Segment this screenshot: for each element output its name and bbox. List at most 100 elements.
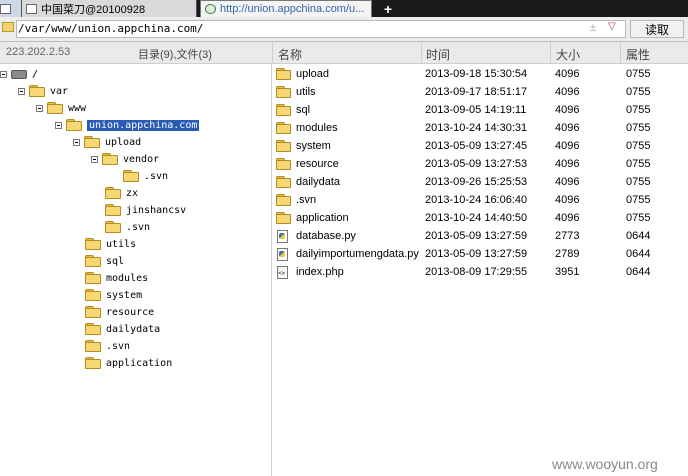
file-name: sql — [296, 104, 311, 116]
folder-icon — [276, 176, 291, 188]
file-size: 2773 — [555, 230, 580, 242]
file-row[interactable]: dailyimportumengdata.py 2013-05-09 13:27:… — [273, 246, 688, 264]
tree-item[interactable]: vendor — [91, 151, 159, 167]
file-row[interactable]: dailydata 2013-09-26 15:25:53 4096 0755 — [273, 174, 688, 192]
file-row[interactable]: application 2013-10-24 14:40:50 4096 0755 — [273, 210, 688, 228]
tree-item[interactable]: utils — [74, 236, 136, 252]
drive-icon — [11, 69, 27, 79]
tree-item[interactable]: .svn — [112, 168, 168, 184]
folder-icon — [85, 323, 101, 335]
column-divider — [421, 42, 422, 63]
folder-icon — [276, 158, 291, 170]
tree-item[interactable]: modules — [74, 270, 148, 286]
collapse-toggle-icon[interactable] — [55, 121, 62, 129]
file-attr: 0755 — [626, 158, 651, 170]
tree-item[interactable]: / — [0, 66, 38, 82]
file-attr: 0755 — [626, 104, 651, 116]
file-row[interactable]: resource 2013-05-09 13:27:53 4096 0755 — [273, 156, 688, 174]
file-size: 4096 — [555, 104, 580, 116]
tree-item-label: resource — [106, 306, 155, 318]
column-divider — [272, 42, 273, 63]
file-size: 4096 — [555, 158, 580, 170]
folder-icon — [85, 272, 101, 284]
tree-item[interactable]: .svn — [94, 219, 150, 235]
column-header-attr[interactable]: 属性 — [626, 46, 650, 63]
tree-item[interactable]: union.appchina.com — [55, 117, 200, 133]
tree-item[interactable]: system — [74, 287, 142, 303]
file-attr: 0755 — [626, 122, 651, 134]
chevron-down-icon[interactable]: ▽ — [608, 21, 616, 32]
collapse-toggle-icon[interactable] — [0, 70, 7, 78]
tab-stub[interactable] — [0, 0, 22, 17]
file-size: 4096 — [555, 122, 580, 134]
column-header-time[interactable]: 时间 — [426, 46, 450, 63]
file-row[interactable]: index.php 2013-08-09 17:29:55 3951 0644 — [273, 264, 688, 282]
read-button[interactable]: 读取 — [630, 20, 684, 38]
tree-item-label: .svn — [126, 221, 151, 233]
file-time: 2013-10-24 16:06:40 — [425, 194, 528, 206]
file-name: .svn — [296, 194, 317, 206]
tree-item-label: .svn — [106, 340, 131, 352]
file-size: 2789 — [555, 248, 580, 260]
folder-icon — [276, 104, 291, 116]
folder-icon — [102, 153, 118, 165]
address-bar: /var/www/union.appchina.com/ ± ▽ 读取 — [0, 17, 688, 42]
tab-shell-url[interactable]: http://union.appchina.com/u... — [200, 0, 372, 17]
tree-item[interactable]: zx — [94, 185, 138, 201]
folder-icon — [29, 85, 45, 97]
path-input[interactable]: /var/www/union.appchina.com/ — [16, 20, 626, 38]
file-attr: 0755 — [626, 68, 651, 80]
file-time: 2013-05-09 13:27:45 — [425, 140, 528, 152]
updown-icon[interactable]: ± — [590, 22, 596, 34]
folder-icon — [85, 357, 101, 369]
collapse-toggle-icon[interactable] — [91, 155, 98, 163]
file-size: 4096 — [555, 176, 580, 188]
folder-icon — [47, 102, 63, 114]
file-row[interactable]: upload 2013-09-18 15:30:54 4096 0755 — [273, 66, 688, 84]
list-header: 223.202.2.53 目录(9),文件(3) 名称 时间 大小 属性 — [0, 42, 688, 64]
tree-item[interactable]: dailydata — [74, 321, 160, 337]
file-attr: 0644 — [626, 266, 651, 278]
file-row[interactable]: utils 2013-09-17 18:51:17 4096 0755 — [273, 84, 688, 102]
file-time: 2013-05-09 13:27:59 — [425, 230, 528, 242]
collapse-toggle-icon[interactable] — [18, 87, 25, 95]
tree-item[interactable]: www — [36, 100, 86, 116]
folder-icon — [276, 194, 291, 206]
file-attr: 0755 — [626, 140, 651, 152]
collapse-toggle-icon[interactable] — [73, 138, 80, 146]
new-tab-button[interactable]: + — [378, 0, 398, 17]
file-size: 4096 — [555, 194, 580, 206]
tab-label: 中国菜刀@20100928 — [41, 3, 146, 16]
column-divider — [620, 42, 621, 63]
file-row[interactable]: sql 2013-09-05 14:19:11 4096 0755 — [273, 102, 688, 120]
collapse-toggle-icon[interactable] — [36, 104, 43, 112]
file-row[interactable]: .svn 2013-10-24 16:06:40 4096 0755 — [273, 192, 688, 210]
file-row[interactable]: system 2013-05-09 13:27:45 4096 0755 — [273, 138, 688, 156]
tab-bar: 中国菜刀@20100928 http://union.appchina.com/… — [0, 0, 688, 17]
tree-item[interactable]: resource — [74, 304, 154, 320]
item-count: 目录(9),文件(3) — [138, 49, 212, 61]
folder-icon — [84, 136, 100, 148]
folder-icon — [105, 187, 121, 199]
file-row[interactable]: database.py 2013-05-09 13:27:59 2773 0644 — [273, 228, 688, 246]
file-size: 4096 — [555, 68, 580, 80]
tree-item[interactable]: application — [74, 355, 172, 371]
file-name: database.py — [296, 230, 356, 242]
file-name: dailyimportumengdata.py — [296, 248, 419, 260]
globe-icon — [205, 4, 216, 14]
tab-caidao[interactable]: 中国菜刀@20100928 — [22, 0, 197, 17]
tree-item[interactable]: sql — [74, 253, 124, 269]
tree-item[interactable]: var — [18, 83, 68, 99]
file-name: modules — [296, 122, 338, 134]
column-header-name[interactable]: 名称 — [278, 46, 302, 63]
python-file-icon — [277, 230, 288, 243]
tree-item[interactable]: jinshancsv — [94, 202, 186, 218]
tree-item[interactable]: upload — [73, 134, 141, 150]
folder-icon — [105, 204, 121, 216]
tree-item[interactable]: .svn — [74, 338, 130, 354]
file-time: 2013-09-18 15:30:54 — [425, 68, 528, 80]
column-header-size[interactable]: 大小 — [556, 46, 580, 63]
tree-item-label: utils — [106, 238, 137, 250]
folder-icon — [85, 255, 101, 267]
file-row[interactable]: modules 2013-10-24 14:30:31 4096 0755 — [273, 120, 688, 138]
